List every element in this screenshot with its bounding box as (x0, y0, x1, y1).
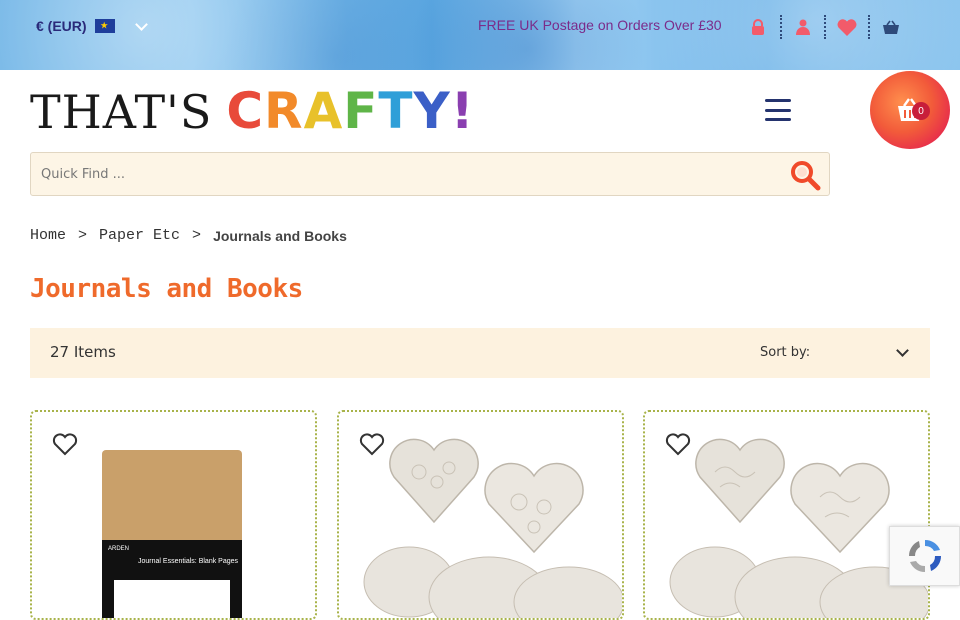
search-icon (791, 161, 821, 191)
logo-text-thats: THAT'S (30, 85, 213, 139)
chevron-down-icon[interactable] (896, 344, 909, 357)
breadcrumb-current: Journals and Books (213, 227, 347, 244)
product-card[interactable] (337, 410, 624, 620)
search-input[interactable] (31, 153, 771, 195)
product-card[interactable]: ARDEN Journal Essentials: Blank Pages (30, 410, 317, 620)
recaptcha-badge[interactable] (889, 526, 960, 586)
top-bar: € (EUR) FREE UK Postage on Orders Over £… (0, 0, 960, 70)
account-button[interactable] (780, 15, 824, 39)
wishlist-button[interactable] (824, 15, 868, 39)
recaptcha-icon (908, 539, 941, 573)
cart-count-badge: 0 (912, 102, 930, 120)
account-icons (736, 15, 912, 39)
search-button[interactable] (789, 159, 821, 191)
heart-icon (837, 18, 857, 36)
breadcrumb-separator: > (192, 227, 202, 244)
product-cover-text: Journal Essentials: Blank Pages (138, 558, 238, 565)
basket-icon (883, 20, 899, 34)
listing-toolbar: 27 Items Sort by: (30, 328, 930, 378)
eu-flag-icon (94, 19, 115, 33)
product-brand-label: ARDEN (108, 546, 130, 552)
product-image[interactable] (645, 412, 930, 620)
basket-button[interactable] (868, 15, 912, 39)
currency-selector[interactable]: € (EUR) (36, 17, 148, 34)
breadcrumb-home[interactable]: Home (30, 227, 66, 244)
items-count: 27 Items (50, 343, 116, 361)
product-card[interactable] (643, 410, 930, 620)
product-image[interactable] (339, 412, 624, 620)
logo-text-crafty: CRAFTY! (226, 82, 475, 140)
menu-button[interactable] (765, 99, 791, 121)
currency-label: € (EUR) (36, 18, 87, 34)
free-postage-promo[interactable]: FREE UK Postage on Orders Over £30 (478, 17, 722, 33)
chevron-down-icon (134, 17, 148, 31)
login-button[interactable] (736, 15, 780, 39)
wishlist-heart-icon[interactable] (52, 432, 78, 456)
page-title: Journals and Books (30, 274, 303, 304)
cart-button[interactable] (870, 71, 950, 149)
hamburger-icon (765, 99, 791, 102)
breadcrumb: Home > Paper Etc > Journals and Books (30, 227, 347, 244)
site-logo[interactable]: THAT'S CRAFTY! (30, 82, 475, 140)
product-image[interactable]: ARDEN Journal Essentials: Blank Pages (102, 450, 242, 618)
breadcrumb-paper-etc[interactable]: Paper Etc (99, 227, 180, 244)
quick-find-search (30, 152, 830, 196)
user-icon (796, 19, 810, 35)
sort-by-label[interactable]: Sort by: (760, 345, 810, 360)
breadcrumb-separator: > (78, 227, 88, 244)
lock-icon (752, 19, 764, 35)
